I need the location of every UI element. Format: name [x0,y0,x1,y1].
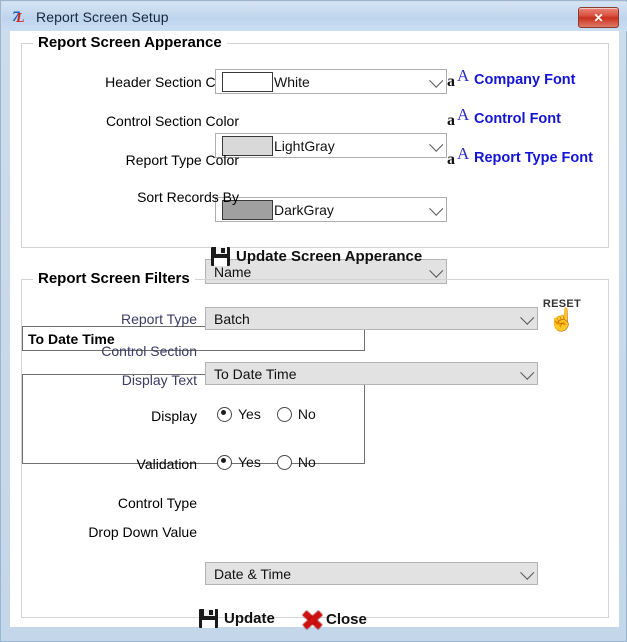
app-window: 7L Report Screen Setup ✕ Report Screen A… [0,0,627,642]
display-no-label[interactable]: No [298,406,316,422]
update-screen-appearance-label: Update Screen Apperance [236,248,423,265]
control-section-combo[interactable]: To Date Time [205,362,538,385]
header-section-color-value: White [274,73,310,90]
close-x-icon [301,609,323,629]
validation-no-label[interactable]: No [298,454,316,470]
update-button[interactable]: Update [199,609,275,628]
chevron-down-icon [429,201,444,216]
report-type-combo[interactable]: Batch [205,307,538,330]
update-screen-appearance-button[interactable]: Update Screen Apperance [211,247,422,266]
report-type-label: Report Type [120,311,197,327]
chevron-down-icon [429,137,444,152]
report-type-value: Batch [214,310,250,327]
hand-pointer-icon: ☝ [548,307,576,332]
display-yes-radio[interactable] [217,406,232,422]
control-font-label: Control Font [474,110,561,127]
display-radio-group: Yes No [217,406,326,422]
report-screen-appearance-group: Report Screen Apperance Header Section C… [21,34,609,284]
validation-yes-radio[interactable] [217,454,232,470]
close-button[interactable]: Close [301,609,367,629]
window-title: Report Screen Setup [36,8,169,25]
report-type-font-button[interactable]: aA Report Type Font [447,144,593,168]
control-section-label: Control Section [101,343,197,359]
company-font-button[interactable]: aA Company Font [447,66,576,90]
control-section-color-label: Control Section Color [105,113,239,129]
report-type-color-value: DarkGray [274,201,334,218]
control-font-button[interactable]: aA Control Font [447,105,561,129]
report-type-font-label: Report Type Font [474,149,593,166]
filters-group-legend: Report Screen Filters [33,270,195,287]
client-area: Report Screen Apperance Header Section C… [10,31,619,629]
chevron-down-icon [520,565,535,580]
display-text-label: Display Text [121,372,197,388]
control-type-label: Control Type [117,495,197,511]
header-section-color-combo[interactable]: White [215,69,447,94]
control-section-color-value: LightGray [274,137,335,154]
control-section-color-combo[interactable]: LightGray [215,133,447,158]
chevron-down-icon [520,365,535,380]
chevron-down-icon [520,310,535,325]
update-button-label: Update [224,610,275,627]
save-floppy-icon [211,247,230,266]
header-section-color-swatch [222,71,273,92]
report-type-color-label: Report Type Color [125,152,239,168]
zl-logo-icon: 7L [12,8,25,26]
font-aA-icon: aA [447,144,470,168]
title-bar: 7L Report Screen Setup ✕ [2,2,627,31]
control-type-combo[interactable]: Date & Time [205,562,538,585]
chevron-down-icon [429,263,444,278]
close-button-label: Close [326,610,367,628]
company-font-label: Company Font [474,71,576,88]
control-type-value: Date & Time [214,565,292,582]
window-close-button[interactable]: ✕ [578,7,619,28]
save-floppy-icon [199,609,218,628]
font-aA-icon: aA [447,66,470,90]
display-yes-label[interactable]: Yes [238,406,261,422]
control-section-value: To Date Time [214,365,297,382]
display-label: Display [151,408,197,424]
chevron-down-icon [429,73,444,88]
display-no-radio[interactable] [276,406,292,422]
sort-records-by-label: Sort Records By [137,189,239,205]
validation-radio-group: Yes No [217,454,326,470]
validation-no-radio[interactable] [276,454,292,470]
drop-down-value-label: Drop Down Value [88,524,197,540]
report-screen-filters-group: Report Screen Filters RESET ☝ Report Typ… [21,270,609,618]
reset-button[interactable]: RESET ☝ [536,298,588,332]
validation-label: Validation [136,456,197,472]
appearance-group-legend: Report Screen Apperance [33,34,227,51]
validation-yes-label[interactable]: Yes [238,454,261,470]
font-aA-icon: aA [447,105,470,129]
report-type-color-combo[interactable]: DarkGray [215,197,447,222]
